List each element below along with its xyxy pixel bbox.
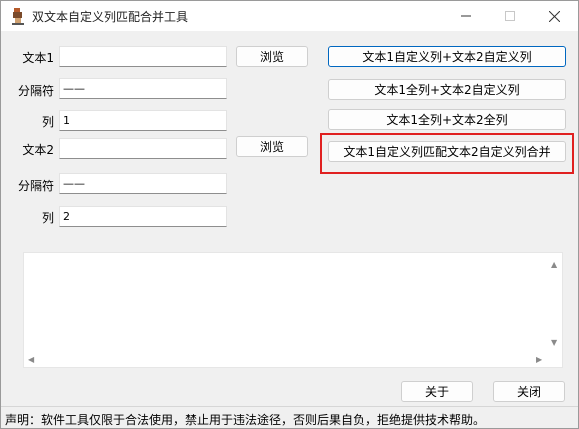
maximize-icon [505, 11, 515, 21]
separator2-label: 分隔符 [17, 179, 54, 193]
separator1-label: 分隔符 [17, 84, 54, 98]
text2-label: 文本2 [22, 143, 54, 157]
scroll-down-icon[interactable]: ▼ [551, 339, 557, 347]
close-button[interactable]: 关闭 [493, 381, 565, 402]
separator2-input[interactable]: —— [59, 173, 227, 194]
window-title: 双文本自定义列匹配合并工具 [32, 10, 189, 24]
main-window: 双文本自定义列匹配合并工具 文本1 分隔符 —— 列 1 文本2 分隔符 —— … [0, 0, 579, 429]
disclaimer-text: 声明：软件工具仅限于合法使用，禁止用于违法途径，否则后果自负，拒绝提供技术帮助。 [5, 413, 486, 427]
column2-label: 列 [41, 211, 54, 225]
separator1-input[interactable]: —— [59, 78, 227, 99]
minimize-icon [461, 15, 471, 17]
column1-label: 列 [41, 115, 54, 129]
app-logo-icon [10, 7, 26, 25]
close-window-button[interactable] [532, 1, 576, 31]
scroll-right-icon[interactable]: ▶ [536, 356, 542, 364]
text1-label: 文本1 [22, 51, 54, 65]
status-bar: 声明：软件工具仅限于合法使用，禁止用于违法途径，否则后果自负，拒绝提供技术帮助。 [1, 406, 578, 428]
browse-text2-button[interactable]: 浏览 [236, 136, 308, 157]
title-bar[interactable]: 双文本自定义列匹配合并工具 [1, 1, 578, 31]
close-icon [548, 10, 560, 22]
horizontal-scrollbar[interactable]: ◀ ▶ [24, 352, 562, 367]
merge-all-custom-button[interactable]: 文本1全列+文本2自定义列 [328, 79, 566, 100]
about-button[interactable]: 关于 [401, 381, 473, 402]
merge-custom-custom-button[interactable]: 文本1自定义列+文本2自定义列 [328, 46, 566, 67]
text2-path-input[interactable] [59, 138, 227, 159]
vertical-scrollbar[interactable]: ▲ ▼ [547, 253, 562, 367]
column1-input[interactable]: 1 [59, 110, 227, 131]
text1-path-input[interactable] [59, 46, 227, 67]
merge-all-all-button[interactable]: 文本1全列+文本2全列 [328, 109, 566, 130]
scroll-left-icon[interactable]: ◀ [28, 356, 34, 364]
match-merge-button[interactable]: 文本1自定义列匹配文本2自定义列合并 [328, 141, 566, 162]
output-log-area[interactable]: ▲ ▼ ◀ ▶ [23, 252, 563, 368]
maximize-button[interactable] [488, 1, 532, 31]
minimize-button[interactable] [444, 1, 488, 31]
scroll-up-icon[interactable]: ▲ [551, 261, 557, 269]
browse-text1-button[interactable]: 浏览 [236, 46, 308, 67]
column2-input[interactable]: 2 [59, 206, 227, 227]
